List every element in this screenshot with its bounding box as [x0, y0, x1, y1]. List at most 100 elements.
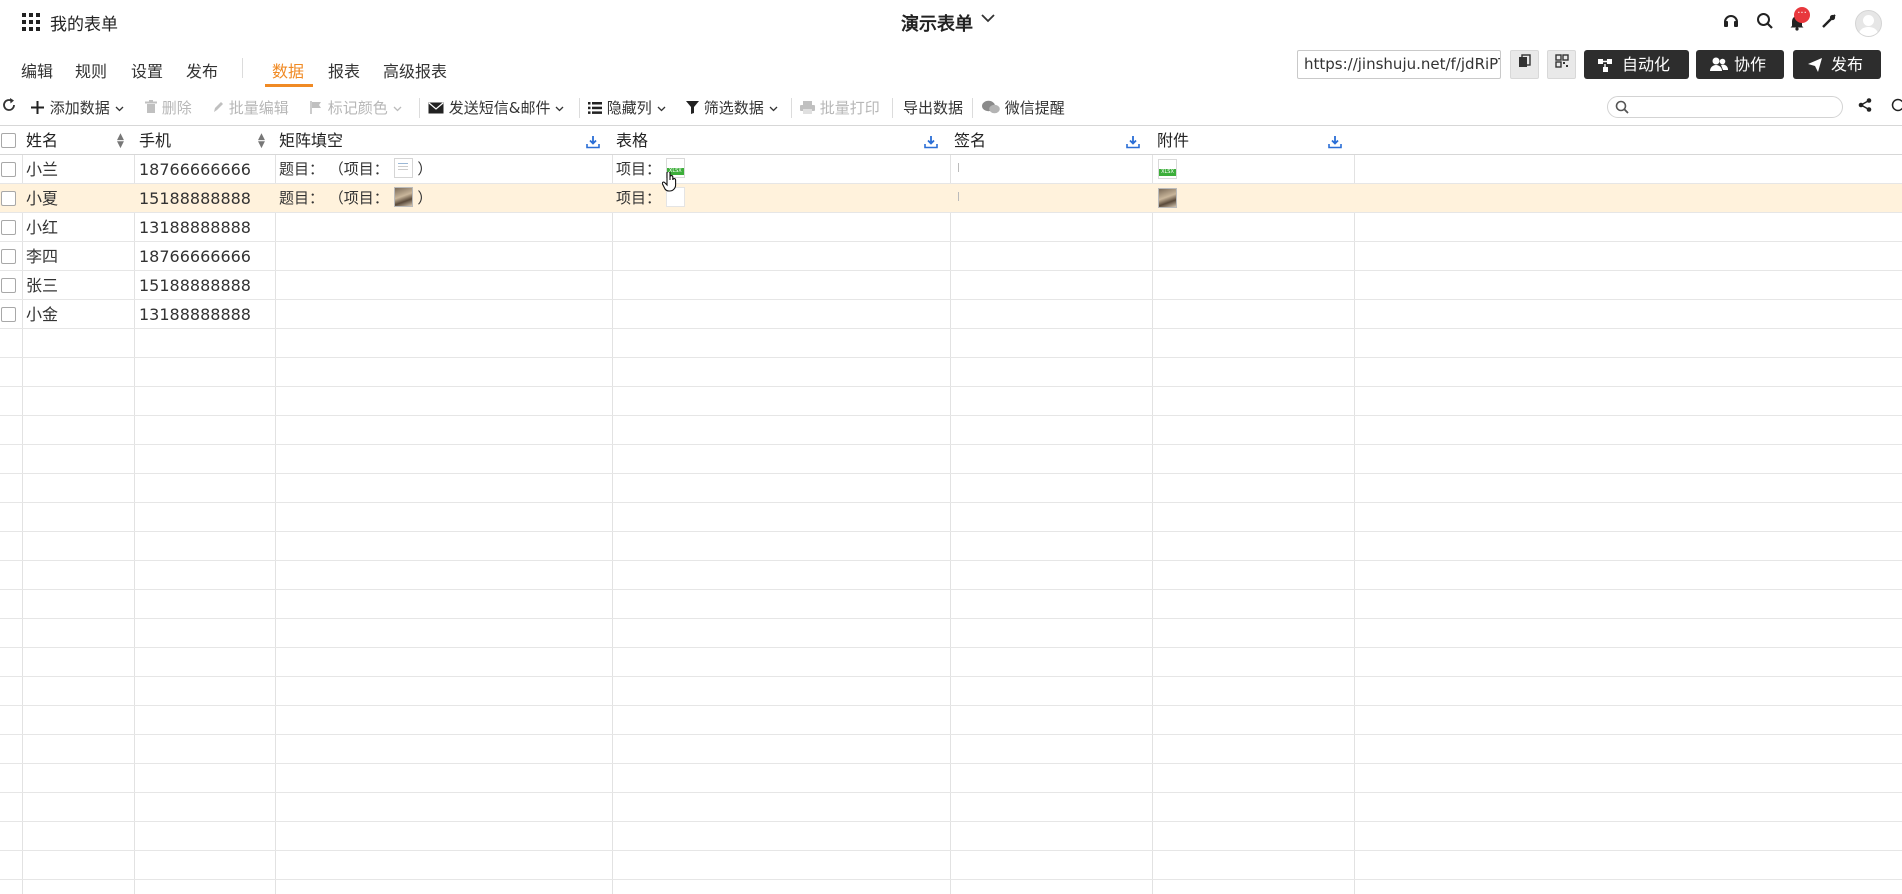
app-title[interactable]: 我的表单 [50, 10, 118, 35]
history-icon[interactable] [1891, 98, 1902, 116]
column-header-name[interactable]: 姓名 [26, 126, 58, 155]
tab-edit[interactable]: 编辑 [21, 58, 53, 82]
cell-name: 小红 [26, 218, 59, 237]
chevron-down-icon[interactable] [980, 10, 996, 30]
xlsx-file-icon[interactable] [1158, 159, 1177, 179]
avatar[interactable] [1855, 10, 1882, 37]
wechat-remind-label: 微信提醒 [1004, 99, 1065, 117]
form-url-field[interactable]: https://jinshuju.net/f/jdRiPT [1297, 50, 1501, 79]
share-icon[interactable] [1858, 98, 1872, 116]
empty-row [0, 329, 1902, 358]
column-header-attachment[interactable]: 附件 [1157, 126, 1189, 155]
hide-columns-button[interactable]: 隐藏列 [588, 97, 666, 118]
qr-code-icon [1554, 54, 1569, 68]
tab-advanced-reports[interactable]: 高级报表 [383, 58, 447, 82]
tab-rules[interactable]: 规则 [75, 58, 107, 82]
empty-row [0, 532, 1902, 561]
qr-code-button[interactable] [1547, 50, 1576, 79]
search-icon [1615, 97, 1629, 121]
cell-matrix: 题目： （项目： ） [279, 184, 432, 213]
table-header-row: 姓名 ▲ ▼ 手机 ▲ ▼ 矩阵填空 表格 签名 附件 [0, 126, 1902, 155]
download-icon[interactable] [1328, 134, 1342, 149]
mark-color-label: 标记颜色 [327, 99, 388, 117]
cell-attachment [1158, 155, 1177, 184]
trash-icon [145, 100, 157, 113]
table-row[interactable]: 李四 18766666666 [0, 242, 1902, 271]
row-checkbox[interactable] [1, 162, 16, 177]
plus-icon [31, 101, 44, 114]
headset-support-icon[interactable] [1722, 12, 1740, 35]
form-title[interactable]: 演示表单 [901, 10, 973, 36]
row-checkbox[interactable] [1, 249, 16, 264]
sort-icon[interactable]: ▲ ▼ [258, 133, 265, 150]
apps-grid-icon[interactable] [22, 13, 40, 31]
cell-name: 小兰 [26, 160, 59, 179]
column-header-table[interactable]: 表格 [616, 126, 648, 155]
collaborate-label: 协作 [1734, 55, 1767, 74]
toolbar-divider [892, 98, 893, 118]
page: 我的表单 演示表单 ··· 编辑 规则 设置 发布 数据 报表 高级报表 htt… [0, 0, 1902, 894]
pencil-icon [214, 102, 223, 112]
table-row[interactable]: 小红 13188888888 [0, 213, 1902, 242]
table-row[interactable]: 小兰 18766666666 题目： （项目： ） 项目： [0, 155, 1902, 184]
table-row[interactable]: 小夏 15188888888 题目： （项目： ） 项目： [0, 184, 1902, 213]
cell-phone: 18766666666 [139, 160, 251, 179]
empty-row [0, 561, 1902, 590]
row-checkbox[interactable] [1, 220, 16, 235]
tab-publish[interactable]: 发布 [186, 58, 218, 82]
row-checkbox[interactable] [1, 278, 16, 293]
row-checkbox[interactable] [1, 191, 16, 206]
batch-print-button[interactable]: 批量打印 [800, 97, 880, 118]
download-icon[interactable] [924, 134, 938, 149]
cell-matrix: 题目： （项目： ） [279, 155, 432, 184]
table-row[interactable]: 小金 13188888888 [0, 300, 1902, 329]
column-header-signature[interactable]: 签名 [954, 126, 986, 155]
send-sms-email-button[interactable]: 发送短信&邮件 [428, 97, 564, 118]
collaborate-button[interactable]: 协作 [1696, 50, 1784, 79]
download-icon[interactable] [586, 134, 600, 149]
empty-row [0, 590, 1902, 619]
column-header-matrix[interactable]: 矩阵填空 [279, 126, 343, 155]
image-thumbnail[interactable] [1158, 188, 1177, 208]
export-data-button[interactable]: 导出数据 [903, 97, 963, 118]
image-thumbnail[interactable] [393, 187, 413, 207]
tab-data[interactable]: 数据 [272, 58, 304, 82]
delete-button[interactable]: 删除 [145, 97, 192, 118]
add-data-button[interactable]: 添加数据 [30, 97, 124, 118]
cell-name: 小夏 [26, 189, 59, 208]
publish-button[interactable]: 发布 [1793, 50, 1881, 79]
empty-row [0, 503, 1902, 532]
select-all-checkbox[interactable] [1, 133, 16, 148]
matrix-close: ） [417, 160, 433, 178]
empty-row [0, 677, 1902, 706]
tools-icon[interactable] [1820, 12, 1838, 35]
search-input[interactable] [1607, 96, 1843, 118]
batch-edit-button[interactable]: 批量编辑 [212, 97, 289, 118]
nav-row: 编辑 规则 设置 发布 数据 报表 高级报表 https://jinshuju.… [0, 50, 1902, 92]
empty-row [0, 358, 1902, 387]
download-icon[interactable] [1126, 134, 1140, 149]
copy-link-button[interactable] [1510, 50, 1539, 79]
refresh-icon[interactable] [2, 97, 16, 117]
filter-data-button[interactable]: 筛选数据 [686, 97, 778, 118]
list-icon [588, 102, 602, 114]
signature-thumbnail[interactable] [958, 163, 959, 172]
mark-color-button[interactable]: 标记颜色 [309, 97, 402, 118]
row-checkbox[interactable] [1, 307, 16, 322]
add-data-label: 添加数据 [49, 99, 110, 117]
wechat-remind-button[interactable]: 微信提醒 [982, 97, 1065, 118]
column-header-phone[interactable]: 手机 [139, 126, 171, 155]
document-thumbnail[interactable] [393, 158, 413, 178]
automation-button[interactable]: 自动化 [1584, 50, 1689, 79]
sort-icon[interactable]: ▲ ▼ [117, 133, 124, 150]
cell-phone: 13188888888 [139, 218, 251, 237]
toolbar-divider [972, 98, 973, 118]
search-icon[interactable] [1756, 12, 1774, 35]
active-tab-indicator [265, 84, 313, 87]
table-row[interactable]: 张三 15188888888 [0, 271, 1902, 300]
tab-settings[interactable]: 设置 [131, 58, 163, 82]
tab-reports[interactable]: 报表 [328, 58, 360, 82]
automation-label: 自动化 [1622, 55, 1671, 74]
empty-row [0, 416, 1902, 445]
signature-thumbnail[interactable] [958, 192, 959, 201]
